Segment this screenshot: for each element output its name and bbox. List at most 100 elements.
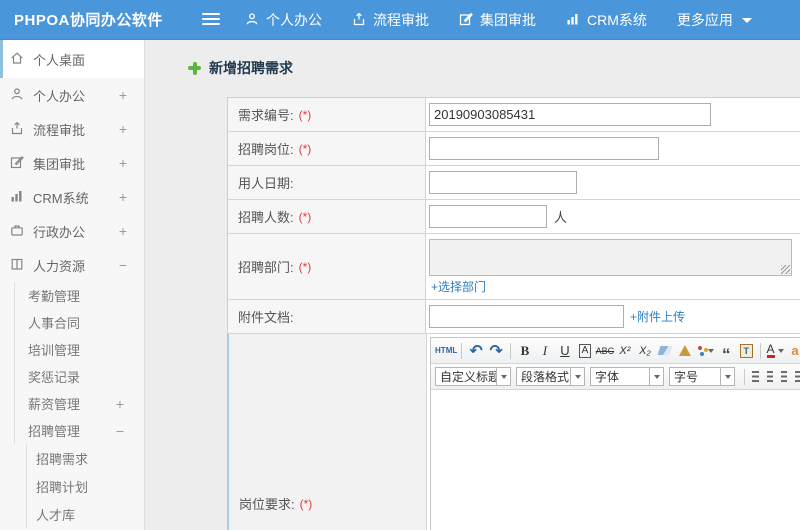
field-value-cell (426, 166, 800, 199)
sidebar: 个人桌面 个人办公 + 流程审批 + 集团审批 + CRM系统 + 行政办公 + (0, 40, 145, 530)
format-clear-broom-icon[interactable] (678, 345, 691, 356)
expand-plus-icon[interactable]: + (119, 155, 127, 171)
sidebar-item-human-resources[interactable]: 人力资源 − (0, 248, 144, 282)
align-right-icon[interactable] (780, 371, 787, 382)
sidebar-item-training-mgmt[interactable]: 培训管理 (14, 336, 144, 363)
autotypeset-button[interactable]: A (578, 343, 592, 358)
sidebar-item-hr-contract[interactable]: 人事合同 (14, 309, 144, 336)
sidebar-item-group-approval[interactable]: 集团审批 + (0, 146, 144, 180)
caret-down-icon[interactable] (571, 367, 585, 386)
field-label-text: 用人日期: (238, 176, 294, 191)
nav-item-workflow-approval[interactable]: 流程审批 (352, 10, 429, 30)
font-color-button[interactable]: A (766, 341, 784, 361)
sidebar-item-recruit-plan[interactable]: 招聘计划 (26, 472, 144, 500)
upload-icon (10, 121, 33, 138)
nav-item-more-apps[interactable]: 更多应用 (677, 10, 752, 30)
background-color-button[interactable]: a (787, 341, 800, 361)
field-label-text: 招聘部门: (238, 260, 294, 275)
select-dept-link[interactable]: +选择部门 (431, 278, 486, 295)
attachment-upload-link[interactable]: +附件上传 (630, 308, 685, 325)
sidebar-item-attendance-mgmt[interactable]: 考勤管理 (14, 282, 144, 309)
collapse-minus-icon[interactable]: − (119, 257, 127, 273)
paste-icon[interactable]: T (739, 343, 753, 358)
sidebar-item-admin-office[interactable]: 行政办公 + (0, 214, 144, 248)
align-center-icon[interactable] (766, 371, 773, 382)
custom-title-dropdown[interactable]: 自定义标题 (435, 367, 511, 386)
expand-plus-icon[interactable]: + (119, 189, 127, 205)
sidebar-item-label: 奖惩记录 (28, 370, 81, 385)
sidebar-item-recruit-demand[interactable]: 招聘需求 (26, 444, 144, 472)
field-label: 用人日期: (228, 166, 426, 199)
sidebar-item-crm-system[interactable]: CRM系统 + (0, 180, 144, 214)
sidebar-item-label: 招聘管理 (28, 424, 81, 439)
editor-content-area[interactable] (431, 390, 800, 530)
form-row-attachment: 附件文档: +附件上传 (228, 300, 800, 334)
field-value-cell: +附件上传 (426, 300, 800, 333)
toolbar-separator (461, 342, 463, 359)
hamburger-menu-icon[interactable] (202, 13, 220, 27)
sidebar-item-personal-office[interactable]: 个人办公 + (0, 78, 144, 112)
caret-down-icon (708, 348, 715, 353)
source-html-button[interactable]: HTML (435, 341, 457, 361)
superscript-button[interactable]: X² (617, 341, 633, 361)
strikethrough-button[interactable]: ABC (596, 341, 615, 361)
sidebar-item-personal-desktop[interactable]: 个人桌面 (0, 40, 144, 78)
field-label: 附件文档: (228, 300, 426, 333)
sidebar-item-talent-pool[interactable]: 人才库 (26, 500, 144, 528)
caret-down-icon[interactable] (497, 367, 511, 386)
eraser-icon[interactable] (657, 346, 673, 355)
hire-date-input[interactable] (429, 171, 577, 194)
sidebar-item-label: 人事合同 (28, 316, 81, 331)
resize-grip-icon[interactable] (781, 265, 790, 274)
sidebar-item-recruit-mgmt[interactable]: 招聘管理 − (14, 417, 144, 444)
expand-plus-icon[interactable]: + (119, 223, 127, 239)
sidebar-item-salary-mgmt[interactable]: 薪资管理 + (14, 390, 144, 417)
paragraph-format-dropdown[interactable]: 段落格式 (516, 367, 585, 386)
field-value-cell: HTML ↶ ↷ B I U A ABC X² X₂ “ T A a 自定义标题… (427, 334, 800, 530)
subscript-button[interactable]: X₂ (637, 341, 653, 361)
field-label: 需求编号: (*) (228, 98, 426, 131)
sidebar-item-workflow-approval[interactable]: 流程审批 + (0, 112, 144, 146)
font-family-dropdown[interactable]: 字体 (590, 367, 664, 386)
expand-plus-icon[interactable]: + (119, 87, 127, 103)
page-title: 新增招聘需求 (188, 58, 293, 78)
font-size-dropdown[interactable]: 字号 (669, 367, 735, 386)
nav-item-label: 流程审批 (373, 12, 429, 28)
unit-label: 人 (554, 210, 568, 225)
form-row-recruit-dept: 招聘部门: (*) +选择部门 (228, 234, 800, 300)
align-left-icon[interactable] (752, 371, 759, 382)
blockquote-button[interactable]: “ (718, 341, 734, 363)
recruit-post-input[interactable] (429, 137, 659, 160)
required-mark: (*) (298, 209, 312, 224)
nav-item-label: 更多应用 (676, 12, 733, 28)
undo-button[interactable]: ↶ (468, 341, 484, 361)
nav-menu: 个人办公 流程审批 集团审批 CRM系统 更多应用 (245, 0, 782, 40)
collapse-minus-icon[interactable]: − (116, 423, 124, 439)
expand-plus-icon[interactable]: + (119, 121, 127, 137)
sidebar-item-label: 个人办公 (33, 88, 86, 104)
add-plus-icon (188, 61, 201, 75)
field-value-cell (426, 132, 800, 165)
redo-button[interactable]: ↷ (488, 341, 504, 361)
recruit-count-input[interactable] (429, 205, 547, 228)
form-row-recruit-count: 招聘人数: (*) 人 (228, 200, 800, 234)
underline-button[interactable]: U (557, 341, 573, 361)
field-label-text: 招聘人数: (238, 210, 294, 225)
nav-item-group-approval[interactable]: 集团审批 (459, 10, 536, 30)
recruit-dept-textarea[interactable] (429, 239, 792, 276)
sidebar-item-reward-punish[interactable]: 奖惩记录 (14, 363, 144, 390)
nav-item-crm-system[interactable]: CRM系统 (566, 10, 647, 30)
expand-plus-icon[interactable]: + (116, 396, 124, 412)
attachment-input[interactable] (429, 305, 624, 328)
rich-text-editor: HTML ↶ ↷ B I U A ABC X² X₂ “ T A a 自定义标题… (430, 337, 800, 530)
caret-down-icon[interactable] (721, 367, 735, 386)
editor-toolbar-row2: 自定义标题 段落格式 字体 字号 (431, 364, 800, 390)
caret-down-icon[interactable] (650, 367, 664, 386)
demand-no-input[interactable] (429, 103, 711, 126)
bold-button[interactable]: B (517, 341, 533, 361)
align-justify-icon[interactable] (794, 371, 800, 382)
edit-icon (10, 155, 33, 172)
nav-item-personal-office[interactable]: 个人办公 (245, 10, 322, 30)
italic-button[interactable]: I (537, 341, 553, 361)
format-brush-button[interactable] (697, 341, 715, 361)
